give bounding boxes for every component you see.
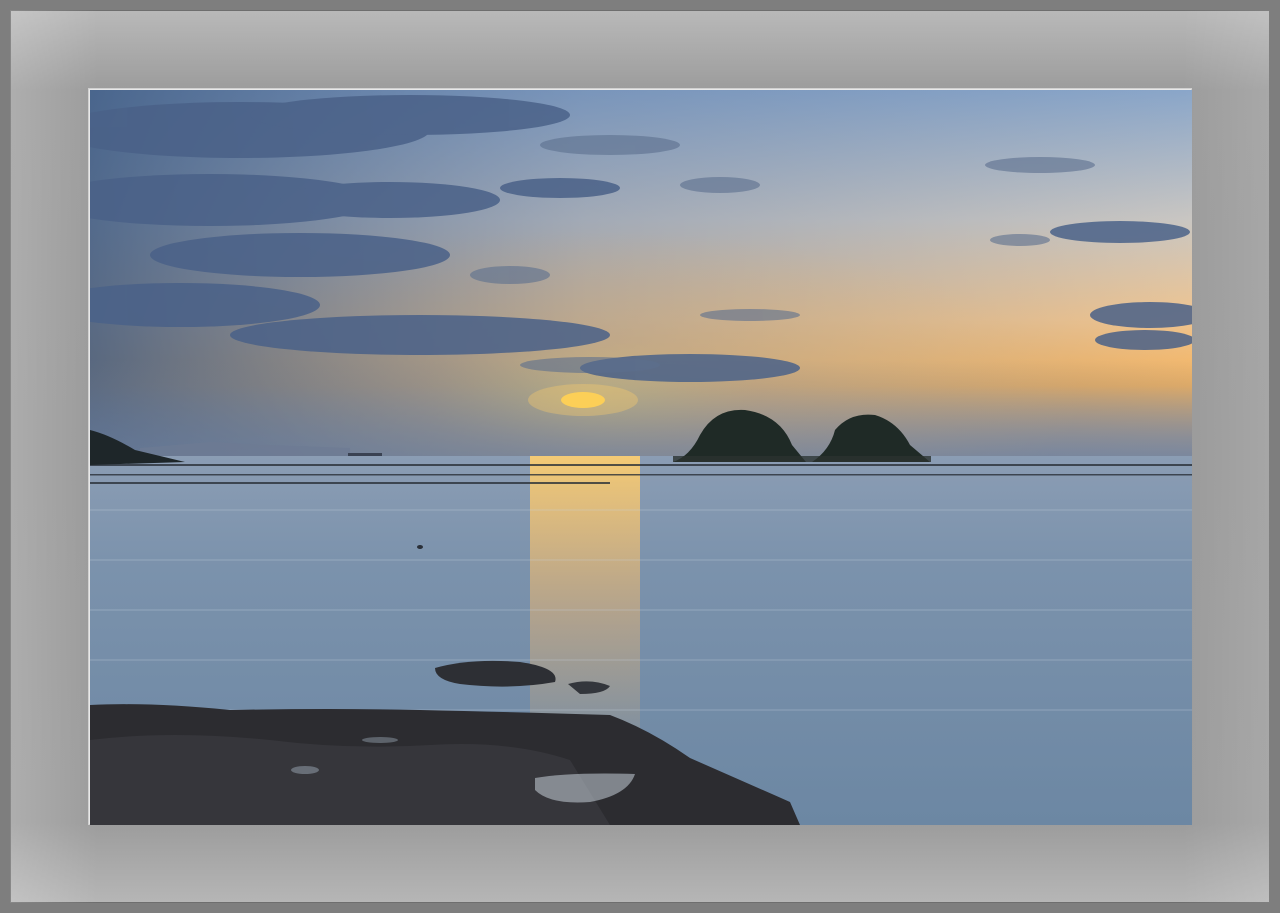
photo-border	[88, 88, 1192, 825]
seascape-photo	[90, 90, 1192, 825]
picture-frame	[0, 0, 1280, 913]
